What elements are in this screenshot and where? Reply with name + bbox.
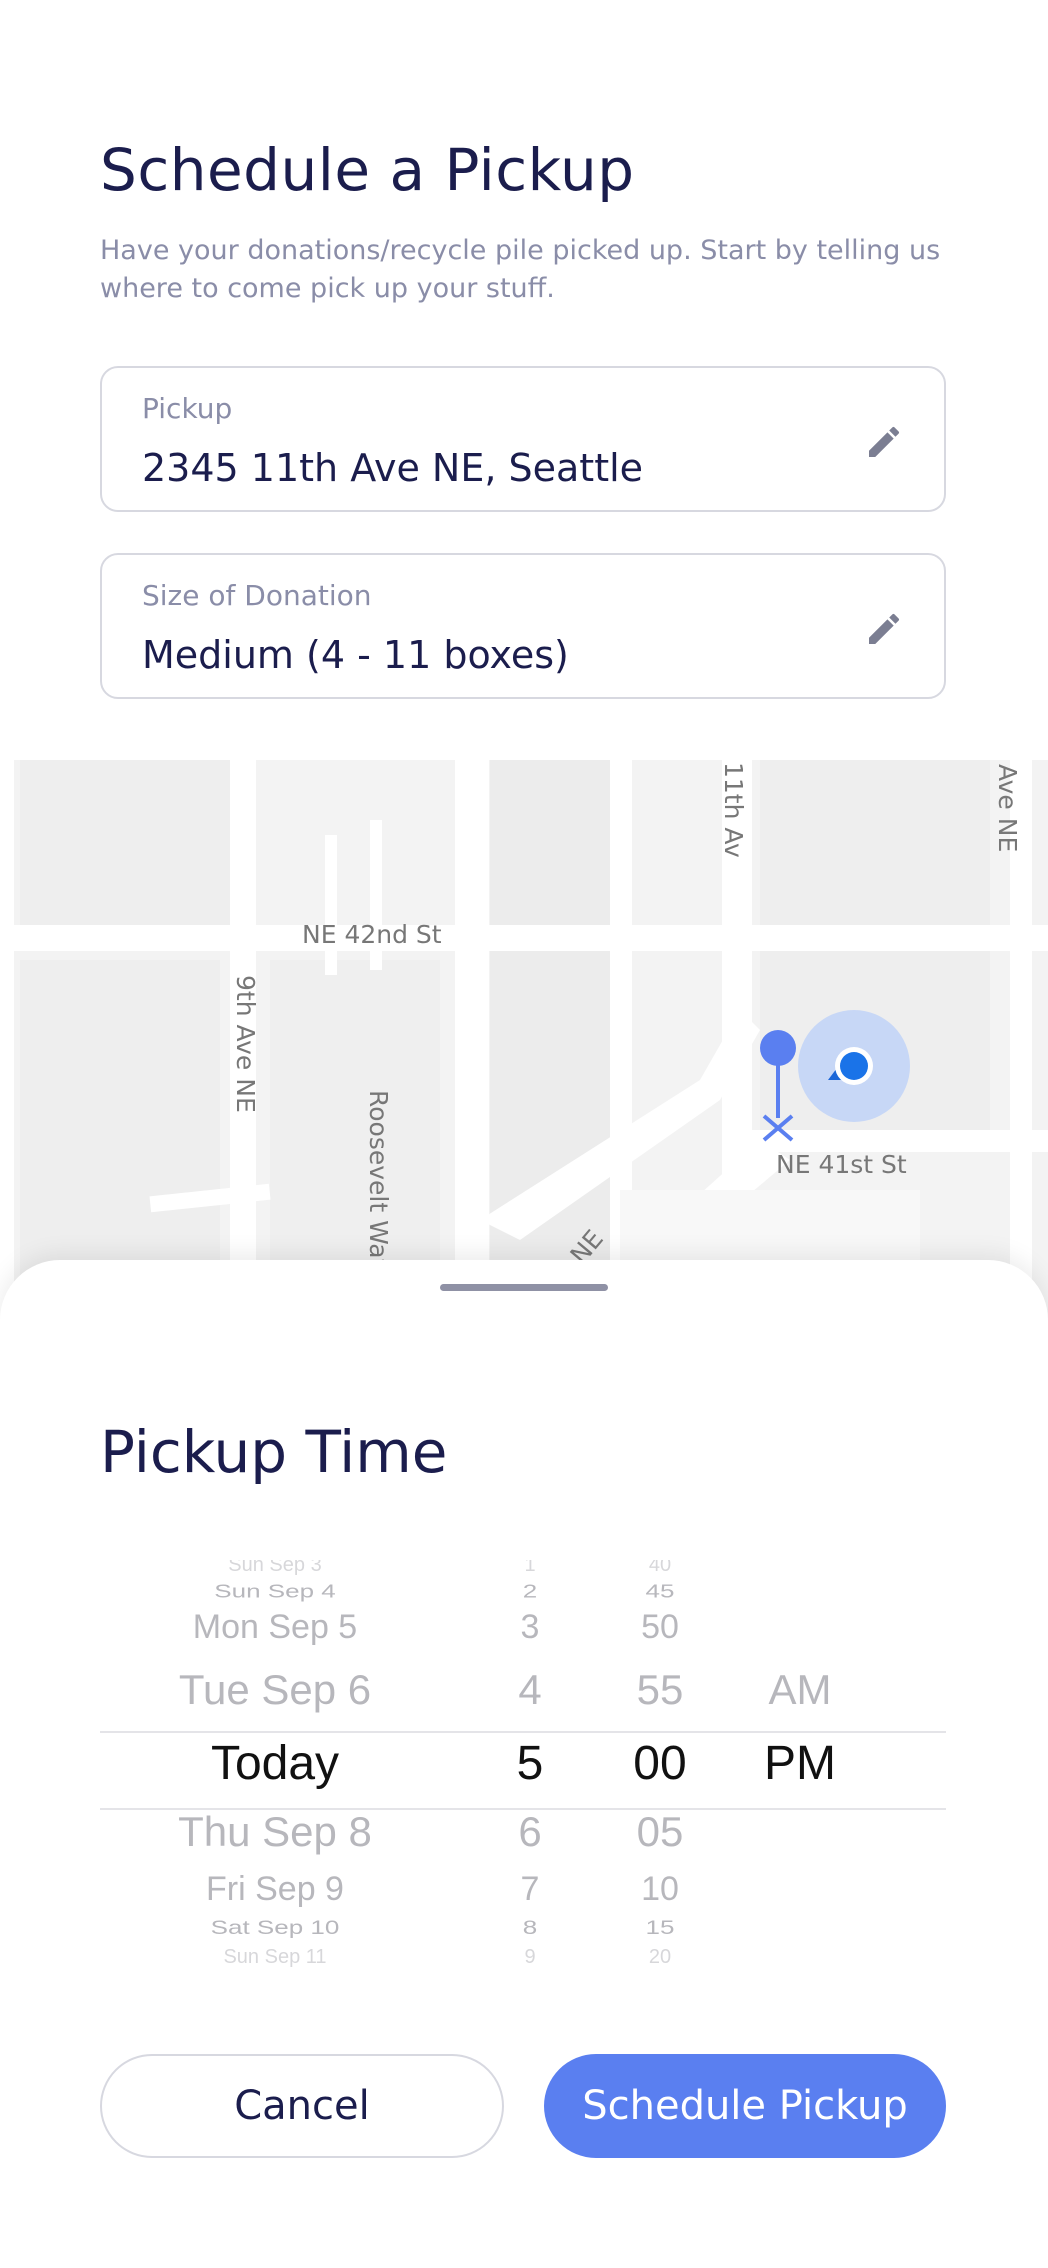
picker-day-item[interactable]: Sun Sep 3 — [100, 1560, 450, 1577]
picker-hour-item[interactable]: 4 — [490, 1666, 570, 1714]
picker-day-item[interactable]: Mon Sep 5 — [100, 1608, 450, 1647]
current-location-icon — [798, 1010, 910, 1122]
picker-minute-item[interactable]: 50 — [610, 1608, 710, 1647]
sheet-drag-handle[interactable] — [440, 1284, 608, 1291]
picker-day-selected[interactable]: Today — [100, 1736, 450, 1791]
picker-hour-item[interactable]: 9 — [490, 1946, 570, 1969]
time-picker[interactable]: Sun Sep 3 Sun Sep 4 Mon Sep 5 Tue Sep 6 … — [100, 1560, 946, 1970]
picker-day-item[interactable]: Fri Sep 9 — [100, 1870, 450, 1909]
street-label-ne-41st: NE 41st St — [776, 1150, 907, 1179]
picker-minute-item[interactable]: 20 — [610, 1946, 710, 1969]
picker-hour-item[interactable]: 8 — [490, 1916, 570, 1939]
pencil-icon[interactable] — [864, 609, 904, 649]
picker-day-item[interactable]: Thu Sep 8 — [100, 1808, 450, 1856]
picker-minute-item[interactable]: 10 — [610, 1870, 710, 1909]
map-view[interactable]: NE 42nd St Roosevelt Way NE 11th Av Ave … — [0, 760, 1048, 1320]
pickup-address: 2345 11th Ave NE, Seattle — [142, 446, 644, 490]
picker-minute-item[interactable]: 45 — [610, 1581, 710, 1603]
minute-column[interactable]: 40 45 50 55 00 05 10 15 20 — [610, 1560, 710, 1970]
picker-hour-item[interactable]: 1 — [490, 1560, 570, 1577]
picker-pm-selected[interactable]: PM — [740, 1736, 860, 1791]
donation-size-field[interactable]: Size of Donation Medium (4 - 11 boxes) — [100, 553, 946, 699]
pencil-icon[interactable] — [864, 422, 904, 462]
donation-size-label: Size of Donation — [142, 579, 372, 612]
pickup-field[interactable]: Pickup 2345 11th Ave NE, Seattle — [100, 366, 946, 512]
street-label-11th: 11th Av — [719, 762, 748, 858]
donation-size-value: Medium (4 - 11 boxes) — [142, 633, 569, 677]
picker-hour-item[interactable]: 7 — [490, 1870, 570, 1909]
page-subtitle: Have your donations/recycle pile picked … — [100, 235, 941, 304]
picker-hour-item[interactable]: 6 — [490, 1808, 570, 1856]
street-label-ne-42nd: NE 42nd St — [302, 920, 442, 949]
picker-day-item[interactable]: Sun Sep 11 — [100, 1946, 450, 1969]
picker-hour-selected[interactable]: 5 — [490, 1736, 570, 1791]
sheet-title: Pickup Time — [100, 1418, 448, 1486]
picker-minute-item[interactable]: 55 — [610, 1666, 710, 1714]
street-label-ave-ne: Ave NE — [993, 764, 1022, 853]
street-label-9th: 9th Ave NE — [231, 975, 260, 1113]
picker-minute-item[interactable]: 15 — [610, 1916, 710, 1939]
picker-day-item[interactable]: Sat Sep 10 — [100, 1916, 450, 1939]
cancel-button[interactable]: Cancel — [100, 2054, 504, 2158]
page-title: Schedule a Pickup — [100, 136, 635, 204]
hour-column[interactable]: 1 2 3 4 5 6 7 8 9 — [490, 1560, 570, 1970]
picker-hour-item[interactable]: 3 — [490, 1608, 570, 1647]
picker-day-item[interactable]: Sun Sep 4 — [100, 1581, 450, 1603]
pickup-label: Pickup — [142, 392, 233, 425]
picker-hour-item[interactable]: 2 — [490, 1581, 570, 1603]
day-column[interactable]: Sun Sep 3 Sun Sep 4 Mon Sep 5 Tue Sep 6 … — [100, 1560, 450, 1970]
picker-day-item[interactable]: Tue Sep 6 — [100, 1666, 450, 1714]
picker-minute-item[interactable]: 40 — [610, 1560, 710, 1577]
picker-minute-selected[interactable]: 00 — [610, 1736, 710, 1791]
pickup-pin-icon[interactable] — [752, 1028, 802, 1148]
schedule-pickup-button[interactable]: Schedule Pickup — [544, 2054, 946, 2158]
ampm-column[interactable]: AM PM — [740, 1560, 860, 1970]
picker-minute-item[interactable]: 05 — [610, 1808, 710, 1856]
picker-am-item[interactable]: AM — [740, 1666, 860, 1714]
